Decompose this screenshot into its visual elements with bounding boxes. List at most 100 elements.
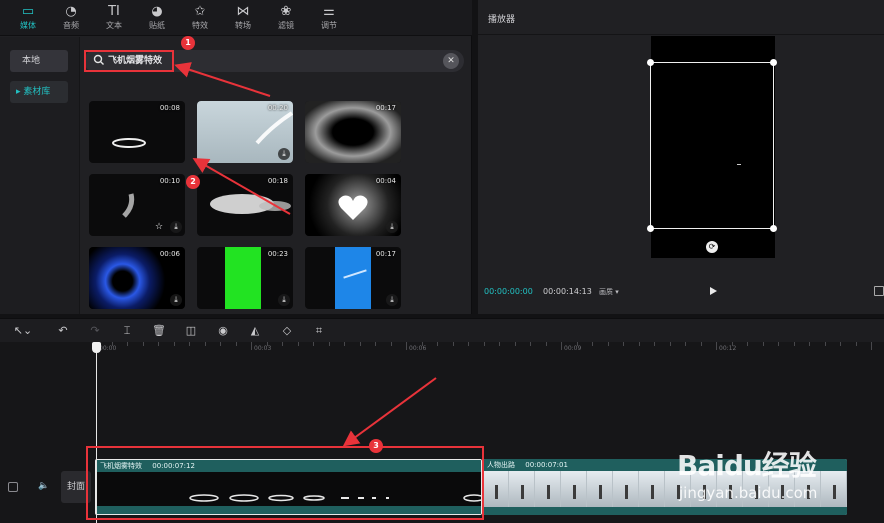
time-ruler[interactable]: 00:00 00:03 00:06 00:09 00:12 bbox=[0, 342, 884, 356]
download-icon[interactable]: ⤓ bbox=[278, 148, 290, 160]
ruler-tick bbox=[639, 342, 640, 346]
resize-handle-tl[interactable] bbox=[647, 59, 654, 66]
clip-name: 人物出路 bbox=[487, 461, 515, 469]
material-thumbnail[interactable]: 00:17 ⤓ bbox=[305, 247, 401, 309]
ruler-tick bbox=[220, 342, 221, 346]
material-thumbnail[interactable]: 00:08 bbox=[89, 101, 185, 163]
split-icon[interactable]: ⌶ bbox=[118, 322, 136, 340]
tab-label: 转场 bbox=[235, 21, 251, 30]
tab-filter[interactable]: ❀ 滤镜 bbox=[266, 3, 306, 35]
download-icon[interactable]: ⤓ bbox=[278, 294, 290, 306]
nav-local-button[interactable]: 本地 bbox=[10, 50, 68, 72]
clip-audio-strip bbox=[96, 506, 481, 514]
mirror-icon[interactable]: ◭ bbox=[246, 322, 264, 340]
material-thumbnail[interactable]: 00:23 ⤓ bbox=[197, 247, 293, 309]
quality-dropdown[interactable]: 画质 ▾ bbox=[599, 287, 619, 297]
clip-frame bbox=[587, 471, 613, 507]
tab-effects[interactable]: ✩ 特效 bbox=[180, 3, 220, 35]
play-icon[interactable] bbox=[707, 285, 719, 297]
figure-silhouette bbox=[521, 485, 524, 499]
tab-sticker[interactable]: ◕ 贴纸 bbox=[137, 3, 177, 35]
ruler-tick bbox=[871, 342, 872, 350]
media-panel: ▭ 媒体 ◔ 音频 TI 文本 ◕ 贴纸 ✩ 特效 ⋈ 转场 ❀ 滤镜 ⚌ 调节 本地 ▸ 素材库 飞机烟雾特… bbox=[0, 0, 472, 314]
ruler-tick bbox=[453, 342, 454, 346]
ruler-tick bbox=[391, 342, 392, 346]
ruler-tick bbox=[499, 342, 500, 346]
tab-adjust[interactable]: ⚌ 调节 bbox=[309, 3, 349, 35]
reverse-icon[interactable]: ◉ bbox=[214, 322, 232, 340]
clip-header: 飞机烟雾特效 00:00:07:12 bbox=[96, 460, 481, 472]
tab-media[interactable]: ▭ 媒体 bbox=[8, 3, 48, 35]
rotate-icon[interactable]: ◇ bbox=[278, 322, 296, 340]
resize-handle-br[interactable] bbox=[770, 225, 777, 232]
ruler-tick bbox=[716, 342, 717, 350]
timeline-toolbar: ↖⌄ ↶ ↷ ⌶ 🗑 ◫ ◉ ◭ ◇ ⌗ bbox=[0, 318, 884, 342]
material-thumbnail[interactable]: 00:10 ☆ ⤓ bbox=[89, 174, 185, 236]
clip-frame bbox=[561, 471, 587, 507]
tab-label: 贴纸 bbox=[149, 21, 165, 30]
ruler-tick bbox=[623, 342, 624, 346]
select-pointer-icon[interactable]: ↖⌄ bbox=[10, 322, 36, 340]
search-input[interactable]: 飞机烟雾特效 ✕ bbox=[84, 50, 464, 72]
ruler-tick bbox=[809, 342, 810, 346]
ruler-tick bbox=[437, 342, 438, 346]
ruler-tick bbox=[856, 342, 857, 346]
playhead-handle[interactable] bbox=[92, 342, 101, 353]
download-icon[interactable]: ⤓ bbox=[170, 221, 182, 233]
thumbnail-duration: 00:17 bbox=[375, 250, 396, 258]
crop-icon[interactable]: ⌗ bbox=[310, 322, 328, 340]
material-thumbnail[interactable]: 00:20 ⤓ bbox=[197, 101, 293, 163]
figure-silhouette bbox=[573, 485, 576, 499]
player-panel: 播放器 ⟳ 00:00:00:00 00:00:14:13 画质 ▾ bbox=[478, 0, 884, 314]
ruler-tick bbox=[251, 342, 252, 350]
ruler-tick bbox=[654, 342, 655, 346]
current-time: 00:00:00:00 bbox=[484, 287, 533, 296]
material-thumbnail[interactable]: 00:04 ⤓ bbox=[305, 174, 401, 236]
download-icon[interactable]: ⤓ bbox=[170, 294, 182, 306]
tab-label: 特效 bbox=[192, 21, 208, 30]
redo-icon[interactable]: ↷ bbox=[86, 322, 104, 340]
ruler-tick bbox=[375, 342, 376, 346]
resize-handle-tr[interactable] bbox=[770, 59, 777, 66]
ruler-tick bbox=[205, 342, 206, 346]
thumbnail-duration: 00:04 bbox=[375, 177, 396, 185]
thumbnail-duration: 00:08 bbox=[159, 104, 180, 112]
download-icon[interactable]: ⤓ bbox=[386, 294, 398, 306]
track-lock-icon[interactable] bbox=[8, 482, 18, 492]
download-icon[interactable]: ⤓ bbox=[386, 221, 398, 233]
tab-text[interactable]: TI 文本 bbox=[94, 3, 134, 35]
tab-audio[interactable]: ◔ 音频 bbox=[51, 3, 91, 35]
ruler-tick bbox=[360, 342, 361, 346]
clip-duration: 00:00:07:01 bbox=[525, 461, 568, 469]
clear-search-button[interactable]: ✕ bbox=[443, 53, 459, 69]
search-icon bbox=[93, 54, 104, 65]
favorite-icon[interactable]: ☆ bbox=[153, 221, 165, 233]
ruler-tick bbox=[329, 342, 330, 346]
ruler-tick bbox=[701, 342, 702, 346]
ruler-tick bbox=[546, 342, 547, 346]
delete-icon[interactable]: 🗑 bbox=[150, 322, 168, 340]
tab-transition[interactable]: ⋈ 转场 bbox=[223, 3, 263, 35]
fullscreen-icon[interactable] bbox=[874, 286, 884, 296]
sticker-icon: ◕ bbox=[151, 4, 163, 19]
undo-icon[interactable]: ↶ bbox=[54, 322, 72, 340]
ruler-tick bbox=[670, 342, 671, 346]
effect-clip[interactable]: 飞机烟雾特效 00:00:07:12 bbox=[95, 459, 482, 515]
material-thumbnail[interactable]: 00:17 bbox=[305, 101, 401, 163]
freeze-icon[interactable]: ◫ bbox=[182, 322, 200, 340]
material-thumbnail[interactable]: 00:06 ⤓ bbox=[89, 247, 185, 309]
playhead[interactable] bbox=[96, 344, 97, 523]
ruler-tick bbox=[515, 342, 516, 346]
transform-selection-box[interactable] bbox=[647, 59, 777, 232]
cover-button[interactable]: 封面 bbox=[61, 471, 91, 503]
rotate-handle-icon[interactable]: ⟳ bbox=[706, 241, 718, 253]
filter-icon: ❀ bbox=[280, 4, 292, 19]
ruler-tick bbox=[840, 342, 841, 346]
material-thumbnail[interactable]: 00:18 bbox=[197, 174, 293, 236]
ruler-tick bbox=[747, 342, 748, 346]
nav-library-button[interactable]: ▸ 素材库 bbox=[10, 81, 68, 103]
resize-handle-bl[interactable] bbox=[647, 225, 654, 232]
thumbnail-duration: 00:06 bbox=[159, 250, 180, 258]
figure-silhouette bbox=[625, 485, 628, 499]
track-mute-icon[interactable]: 🔈 bbox=[38, 481, 49, 491]
